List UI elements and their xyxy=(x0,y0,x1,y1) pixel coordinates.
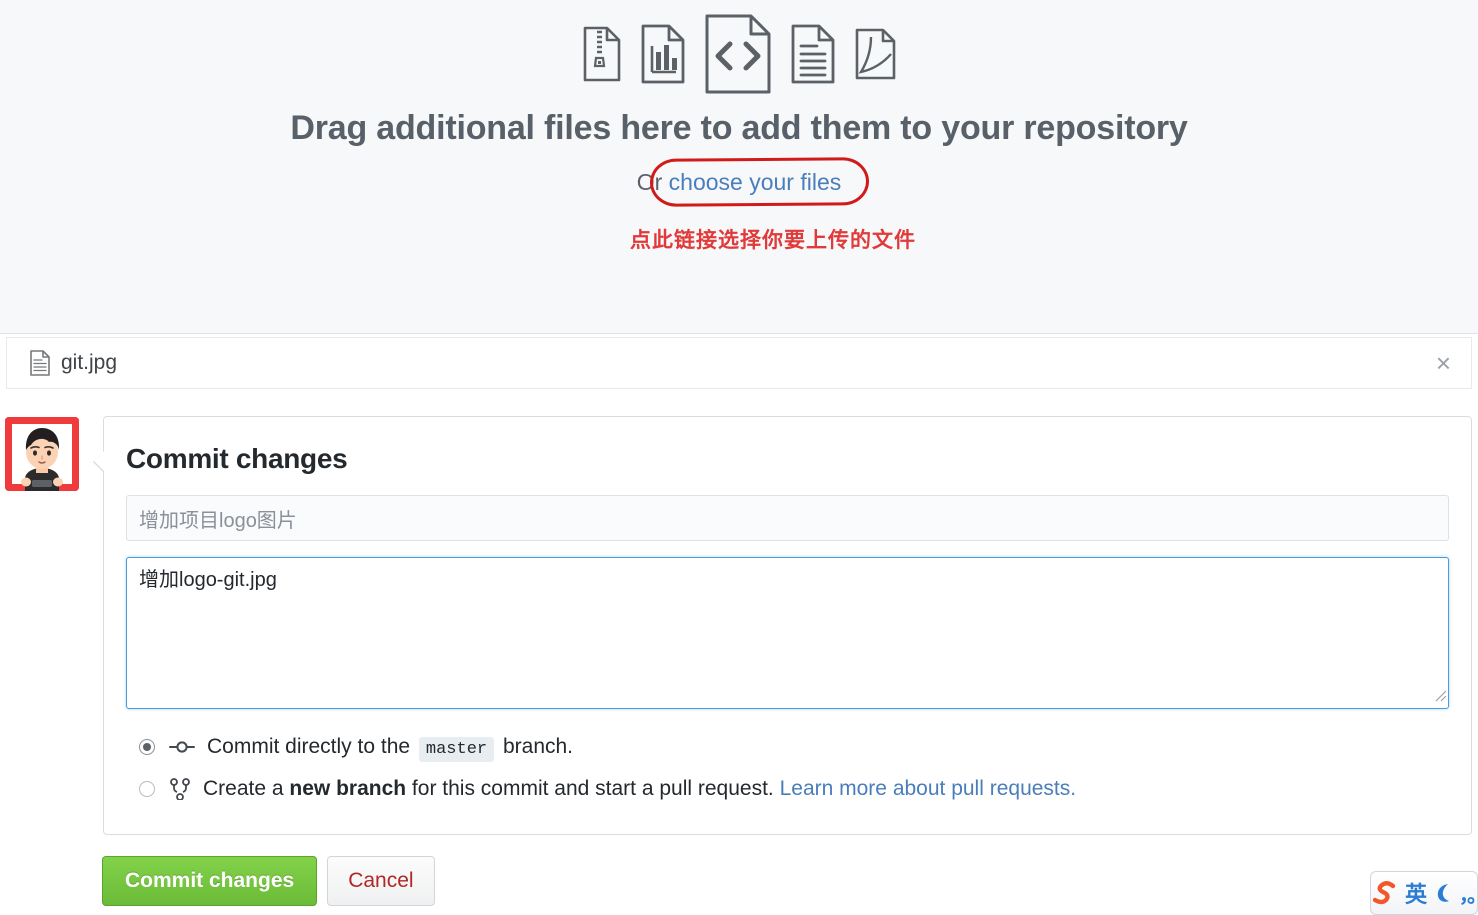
code-file-icon xyxy=(704,14,772,94)
cancel-button[interactable]: Cancel xyxy=(327,856,434,906)
commit-panel-title: Commit changes xyxy=(126,443,1449,475)
commit-summary-input[interactable] xyxy=(126,495,1449,541)
commit-directly-suffix: branch. xyxy=(503,735,573,758)
commit-action-buttons: Commit changes Cancel xyxy=(102,856,435,906)
branch-option-new-branch[interactable]: Create a new branch for this commit and … xyxy=(126,777,1449,801)
dropzone-subtext: Or choose your files xyxy=(637,169,842,196)
branch-option-commit-directly[interactable]: Commit directly to the master branch. xyxy=(126,735,1449,759)
branch-option-new-branch-text: Create a new branch for this commit and … xyxy=(203,777,1076,801)
text-file-icon xyxy=(790,24,836,84)
radio-create-new-branch[interactable] xyxy=(139,781,155,797)
new-branch-prefix: Create a xyxy=(203,777,289,800)
archive-file-icon xyxy=(582,26,622,82)
remove-file-icon[interactable]: × xyxy=(1430,350,1457,376)
pdf-file-icon xyxy=(854,28,896,80)
dropzone-or-text: Or xyxy=(637,169,669,195)
red-annotation-text: 点此链接选择你要上传的文件 xyxy=(0,224,1478,254)
uploaded-file-name-group: git.jpg xyxy=(29,350,1430,376)
sogou-ime-bar[interactable]: 英 ，。 xyxy=(1370,871,1478,915)
choose-your-files-link[interactable]: choose your files xyxy=(669,169,842,195)
new-branch-bold: new branch xyxy=(289,777,406,800)
ime-mode-label[interactable]: 英 xyxy=(1405,877,1427,909)
chart-file-icon xyxy=(640,24,686,84)
learn-more-pull-requests-link[interactable]: Learn more about pull requests. xyxy=(780,777,1077,800)
commit-description-textarea[interactable] xyxy=(126,557,1449,709)
ime-punctuation-toggle[interactable]: ，。 xyxy=(1459,879,1478,908)
file-dropzone[interactable]: Drag additional files here to add them t… xyxy=(0,0,1478,334)
commit-changes-button[interactable]: Commit changes xyxy=(102,856,317,906)
moon-icon[interactable] xyxy=(1433,882,1453,904)
uploaded-file-row: git.jpg × xyxy=(6,337,1472,389)
commit-directly-prefix: Commit directly to the xyxy=(207,735,410,758)
commit-changes-panel: Commit changes Commit directly to the ma… xyxy=(103,416,1472,835)
git-branch-icon xyxy=(169,778,191,800)
radio-commit-directly[interactable] xyxy=(139,739,155,755)
avatar xyxy=(5,417,79,491)
upload-files-page: Drag additional files here to add them t… xyxy=(0,0,1478,915)
branch-name-badge: master xyxy=(419,737,494,762)
document-icon xyxy=(29,350,51,376)
file-type-icon-row xyxy=(582,14,896,94)
branch-option-commit-directly-text: Commit directly to the master branch. xyxy=(207,735,573,759)
git-commit-icon xyxy=(169,737,195,757)
sogou-logo-icon[interactable] xyxy=(1373,878,1399,908)
avatar-image xyxy=(5,417,79,491)
new-branch-suffix: for this commit and start a pull request… xyxy=(406,777,780,800)
dropzone-headline: Drag additional files here to add them t… xyxy=(290,110,1187,147)
uploaded-file-label: git.jpg xyxy=(61,351,117,375)
